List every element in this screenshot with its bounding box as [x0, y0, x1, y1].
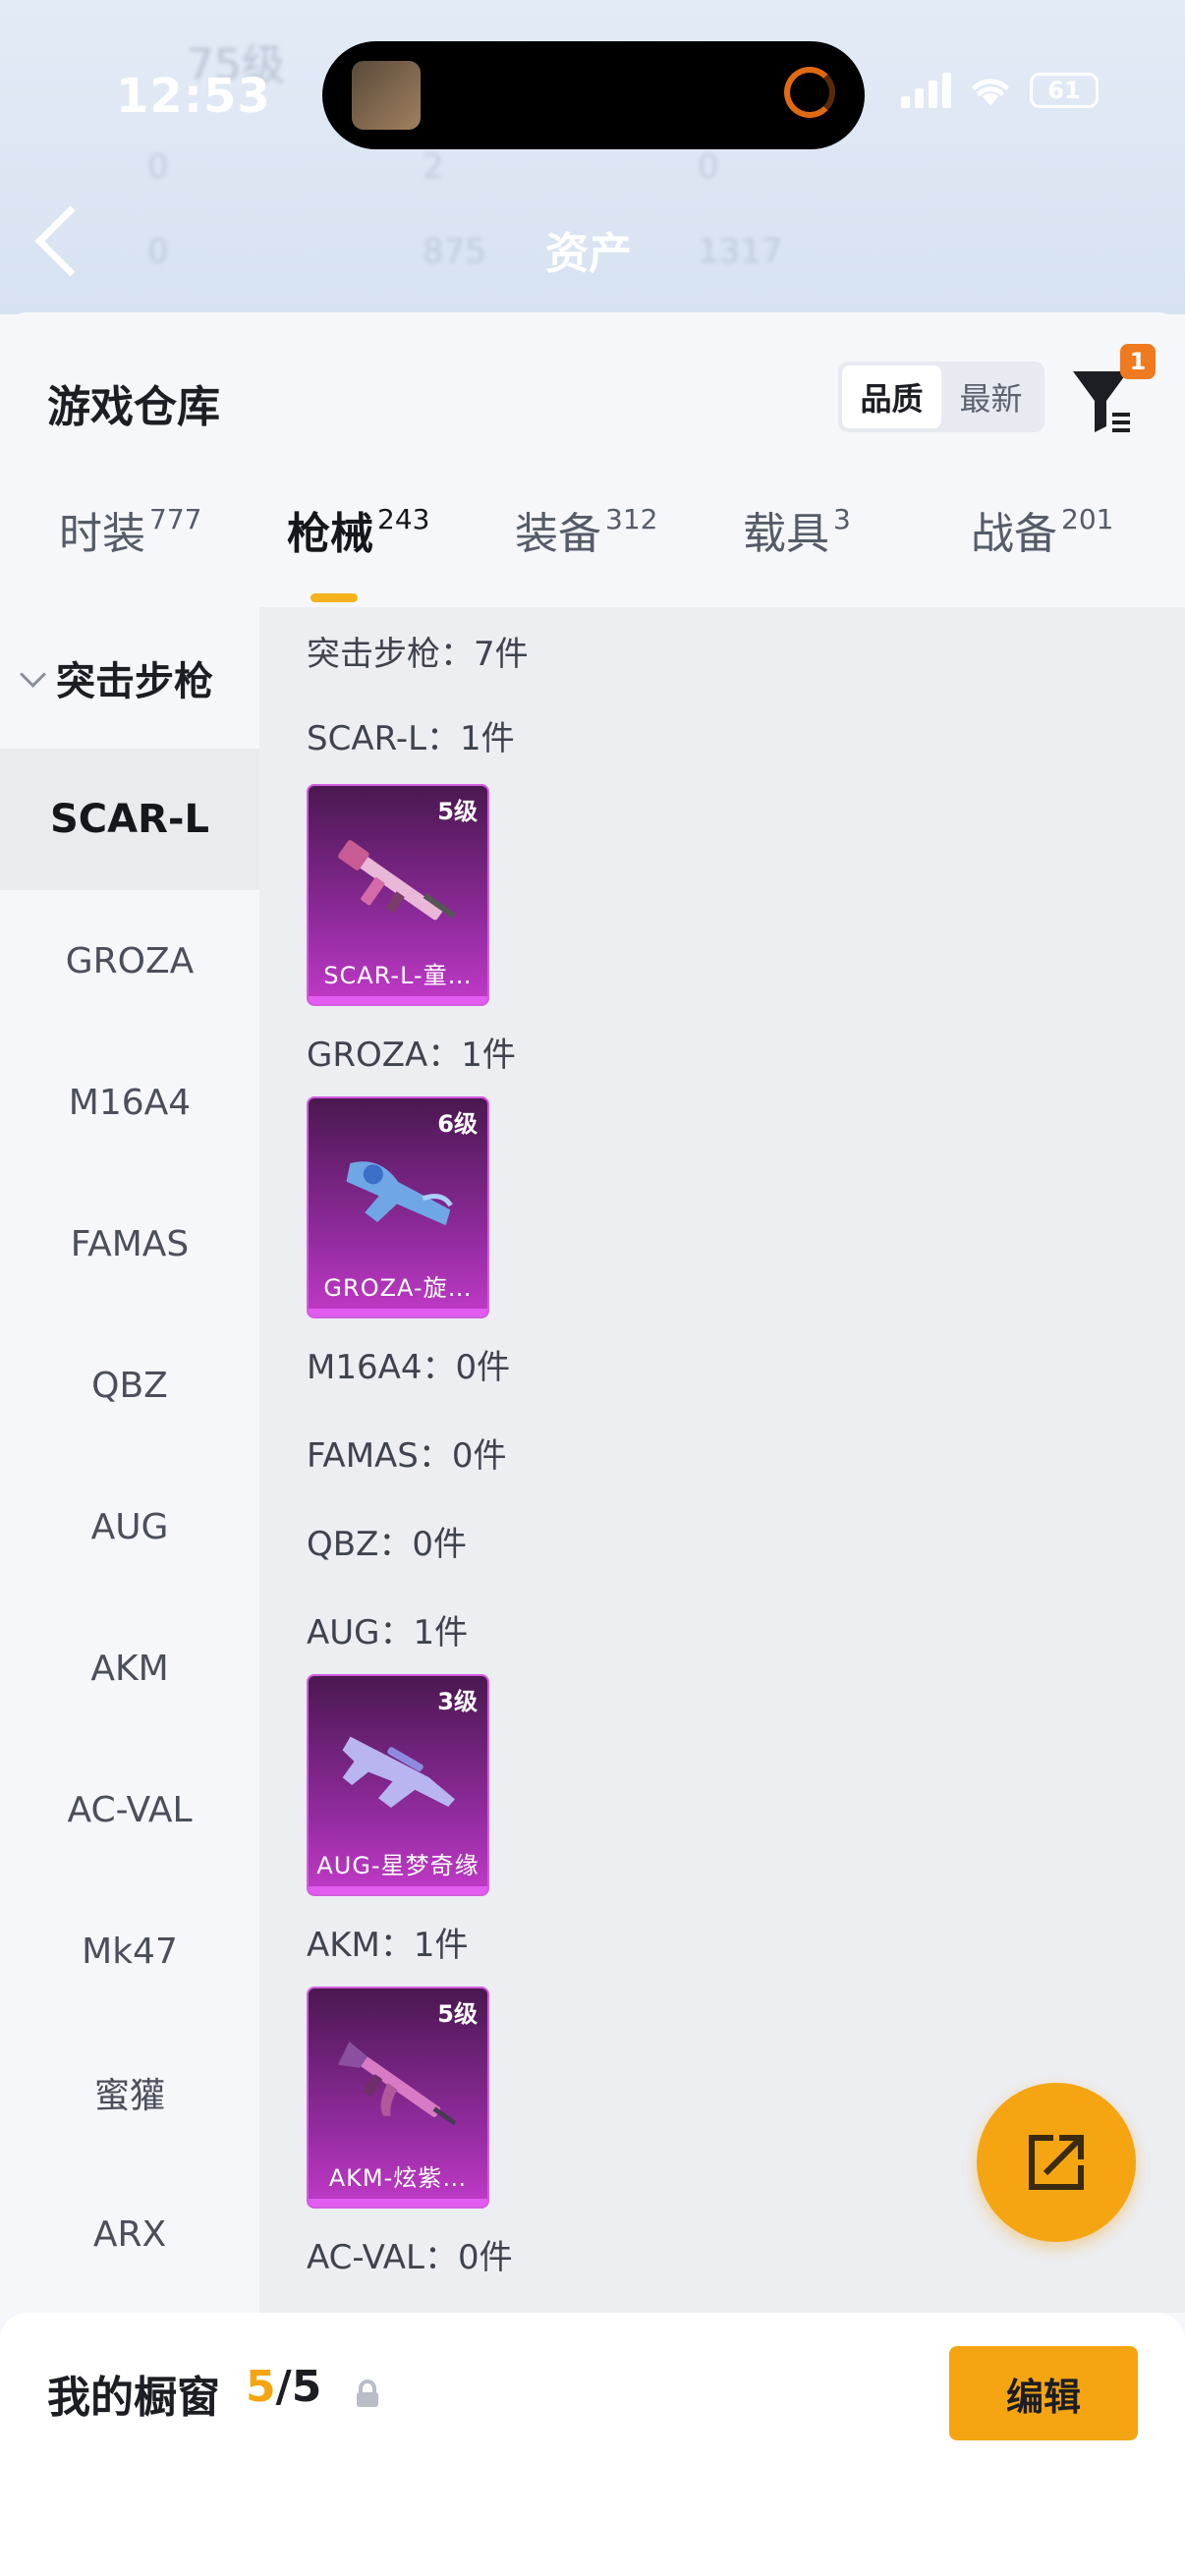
showcase-count-total: /5 [275, 2362, 322, 2412]
header-background: 75级 0 2 0 0 875 1317 12:53 61 资产 [0, 0, 1185, 314]
card-name: AKM-炫紫… [328, 2164, 468, 2192]
sidebar-item-m16a4[interactable]: M16A4 [0, 1032, 259, 1173]
share-icon [1029, 2135, 1084, 2190]
tab-supplies[interactable]: 战备 201 [971, 499, 1113, 607]
showcase-count-current: 5 [246, 2362, 276, 2412]
sidebar-item-honey-badger[interactable]: 蜜獾 [0, 2022, 259, 2163]
edit-button[interactable]: 编辑 [949, 2346, 1138, 2440]
group-label-famas: FAMAS：0件 [307, 1436, 507, 1476]
tab-label: 载具 [743, 509, 829, 559]
tab-count: 243 [377, 503, 430, 535]
active-tab-indicator [310, 593, 358, 602]
weapon-card-groza[interactable]: 6级 GROZA-旋… [307, 1096, 489, 1318]
showcase-title: 我的橱窗 [47, 2373, 220, 2423]
blurred-stat: 2 [423, 147, 444, 187]
sidebar-item-scar-l[interactable]: SCAR-L [0, 749, 259, 890]
battery-icon: 61 [1030, 73, 1099, 108]
tab-fashion[interactable]: 时装 777 [59, 499, 201, 607]
category-label: 突击步枪 [56, 659, 213, 704]
tab-count: 312 [605, 503, 658, 535]
blurred-stat: 1317 [698, 232, 783, 271]
group-label-qbz: QBZ：0件 [307, 1525, 468, 1564]
sidebar-item-mk47[interactable]: Mk47 [0, 1880, 259, 2022]
sidebar-item-aug[interactable]: AUG [0, 1456, 259, 1597]
rifle-icon [346, 1161, 453, 1226]
progress-ring-icon [784, 67, 835, 118]
group-label-groza: GROZA：1件 [307, 1036, 516, 1075]
tab-label: 战备 [971, 509, 1057, 559]
tab-count: 201 [1061, 503, 1114, 535]
filter-count-badge: 1 [1120, 344, 1156, 379]
group-label-akm: AKM：1件 [307, 1926, 469, 1965]
cellular-signal-icon [901, 73, 951, 108]
weapon-card-scar-l[interactable]: 5级 SCAR-L-童… [307, 784, 489, 1006]
blurred-stat: 0 [147, 232, 169, 271]
category-summary: 突击步枪：7件 [307, 635, 529, 674]
page-title: 资产 [545, 229, 632, 279]
sidebar-item-famas[interactable]: FAMAS [0, 1173, 259, 1315]
sheet-title: 游戏仓库 [47, 382, 220, 432]
weapon-card-aug[interactable]: 3级 AUG-星梦奇缘 [307, 1674, 489, 1896]
tab-count: 777 [149, 503, 202, 535]
tab-label: 枪械 [287, 509, 373, 559]
group-label-aug: AUG：1件 [307, 1613, 469, 1652]
back-button[interactable] [34, 205, 106, 277]
category-tabs: 时装 777 枪械 243 装备 312 载具 3 战备 201 [0, 499, 1185, 607]
blurred-stat: 0 [698, 147, 719, 187]
sidebar-item-akm[interactable]: AKM [0, 1597, 259, 1739]
tab-label: 装备 [515, 509, 601, 559]
tab-vehicles[interactable]: 载具 3 [743, 499, 851, 607]
rifle-icon [342, 1736, 455, 1808]
card-name: AUG-星梦奇缘 [316, 1852, 480, 1879]
wifi-icon [972, 79, 1009, 106]
weapon-list: 突击步枪：7件 SCAR-L：1件 5级 SCAR-L-童… GROZA：1件 … [259, 607, 1185, 2313]
group-label-scar-l: SCAR-L：1件 [307, 719, 515, 758]
tab-firearms[interactable]: 枪械 243 [287, 499, 429, 607]
chevron-down-icon [20, 660, 46, 688]
warehouse-sheet: 游戏仓库 品质 最新 1 时装 777 枪械 243 装备 312 载具 3 战… [0, 312, 1185, 2576]
category-assault-rifles[interactable]: 突击步枪 [0, 607, 259, 749]
group-label-m16a4: M16A4：0件 [307, 1348, 511, 1387]
now-playing-thumbnail [352, 61, 421, 130]
showcase-count: 5/5 [246, 2362, 321, 2412]
sort-by-newest[interactable]: 最新 [941, 365, 1041, 428]
share-button[interactable] [977, 2083, 1136, 2242]
tab-count: 3 [833, 503, 851, 535]
weapon-card-akm[interactable]: 5级 AKM-炫紫… [307, 1987, 489, 2209]
tab-equipment[interactable]: 装备 312 [515, 499, 657, 607]
sidebar-item-arx[interactable]: ARX [0, 2163, 259, 2305]
weapon-type-sidebar: 突击步枪 SCAR-L GROZA M16A4 FAMAS QBZ AUG AK… [0, 607, 259, 2313]
sort-by-quality[interactable]: 品质 [842, 365, 941, 428]
card-name: GROZA-旋… [323, 1274, 473, 1302]
group-label-ac-val: AC-VAL：0件 [307, 2238, 513, 2277]
blurred-stat: 0 [147, 147, 169, 187]
dynamic-island[interactable] [322, 41, 865, 149]
showcase-bar: 我的橱窗 5/5 编辑 [0, 2313, 1185, 2576]
sidebar-item-qbz[interactable]: QBZ [0, 1315, 259, 1456]
card-name: SCAR-L-童… [323, 962, 473, 989]
lock-icon [357, 2380, 378, 2407]
status-icons: 61 [901, 73, 1099, 108]
sort-toggle: 品质 最新 [838, 362, 1044, 432]
rifle-icon [338, 840, 456, 921]
rifle-icon [337, 2042, 457, 2126]
blurred-stat: 875 [423, 232, 486, 271]
status-time: 12:53 [116, 69, 271, 124]
tab-label: 时装 [59, 509, 145, 559]
sidebar-item-groza[interactable]: GROZA [0, 890, 259, 1032]
sidebar-item-ac-val[interactable]: AC-VAL [0, 1739, 259, 1880]
